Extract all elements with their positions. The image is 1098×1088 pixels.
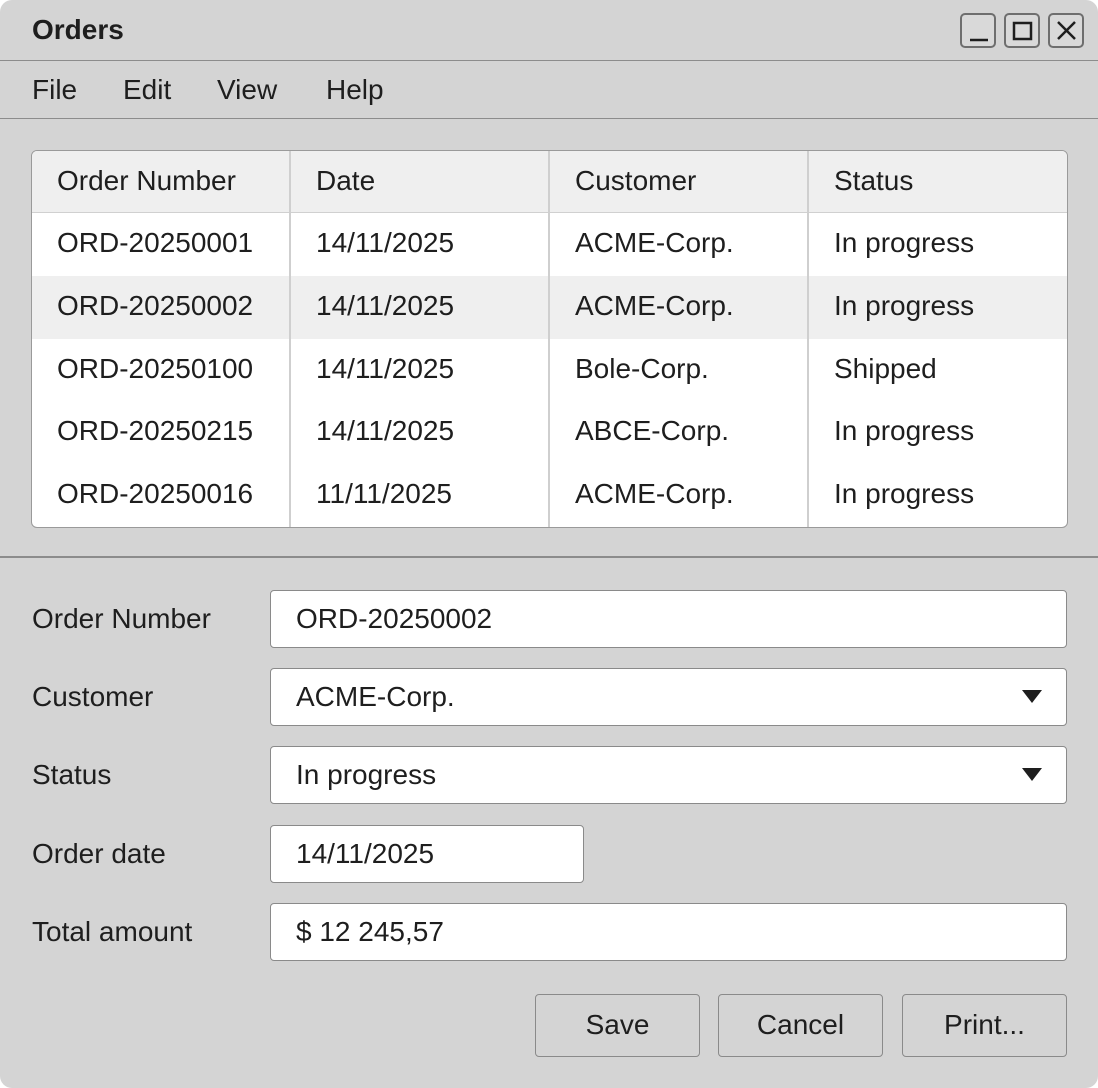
dropdown-arrow-icon [1022,690,1042,703]
minimize-button[interactable] [960,13,996,48]
menu-view[interactable]: View [217,74,277,106]
menu-file[interactable]: File [32,74,77,106]
minimize-icon [970,38,988,42]
cell-date: 14/11/2025 [316,353,455,384]
table-row[interactable]: ORD-20250001 14/11/2025 ACME-Corp. In pr… [32,213,1067,276]
title-bar: Orders [0,0,1098,61]
table-header: Order Number Date Customer Status [32,151,1067,213]
order-date-label: Order date [32,838,166,869]
table-row[interactable]: ORD-20250016 11/11/2025 ACME-Corp. In pr… [32,464,1067,527]
save-button[interactable]: Save [535,994,700,1057]
cell-status: In progress [834,478,975,509]
cell-status: In progress [834,415,975,446]
menu-bar: File Edit View Help [0,61,1098,119]
table-row-selected[interactable]: ORD-20250002 14/11/2025 ACME-Corp. In pr… [32,276,1067,339]
column-header-date[interactable]: Date [316,165,375,197]
cell-customer: ACME-Corp. [575,290,734,321]
total-amount-label: Total amount [32,916,193,947]
table-row[interactable]: ORD-20250215 14/11/2025 ABCE-Corp. In pr… [32,401,1067,464]
cell-order-number: ORD-20250001 [57,227,254,258]
customer-value: ACME-Corp. [296,681,455,712]
total-amount-field[interactable]: $ 12 245,57 [270,903,1067,961]
cell-date: 11/11/2025 [316,478,452,509]
cell-order-number: ORD-20250016 [57,478,254,509]
total-amount-value: $ 12 245,57 [296,916,444,947]
cell-date: 14/11/2025 [316,227,455,258]
section-divider [0,556,1098,558]
order-number-label: Order Number [32,603,211,634]
order-number-field[interactable]: ORD-20250002 [270,590,1067,648]
close-button[interactable] [1048,13,1084,48]
maximize-button[interactable] [1004,13,1040,48]
cell-order-number: ORD-20250002 [57,290,254,321]
order-date-field[interactable]: 14/11/2025 [270,825,584,883]
cell-order-number: ORD-20250215 [57,415,254,446]
column-header-customer[interactable]: Customer [575,165,696,197]
cell-status: Shipped [834,353,937,384]
table-row[interactable]: ORD-20250100 14/11/2025 Bole-Corp. Shipp… [32,339,1067,402]
order-number-value: ORD-20250002 [296,603,493,634]
customer-select[interactable]: ACME-Corp. [270,668,1067,726]
dropdown-arrow-icon [1022,768,1042,781]
status-value: In progress [296,759,437,790]
orders-window: Orders File Edit View Help Order Number [0,0,1098,1088]
column-divider[interactable] [289,151,291,527]
cancel-button[interactable]: Cancel [718,994,883,1057]
cell-status: In progress [834,227,975,258]
orders-table: Order Number Date Customer Status ORD-20… [31,150,1068,528]
cell-customer: Bole-Corp. [575,353,709,384]
column-header-status[interactable]: Status [834,165,913,197]
cell-status: In progress [834,290,975,321]
cell-date: 14/11/2025 [316,415,455,446]
print-button[interactable]: Print... [902,994,1067,1057]
cell-customer: ABCE-Corp. [575,415,730,446]
status-select[interactable]: In progress [270,746,1067,804]
cell-customer: ACME-Corp. [575,227,734,258]
customer-label: Customer [32,681,154,712]
cell-customer: ACME-Corp. [575,478,734,509]
column-divider[interactable] [548,151,550,527]
status-label: Status [32,759,112,790]
menu-edit[interactable]: Edit [123,74,171,106]
maximize-icon [1012,21,1033,41]
cell-order-number: ORD-20250100 [57,353,254,384]
cell-date: 14/11/2025 [316,290,455,321]
column-header-order-number[interactable]: Order Number [57,165,236,197]
window-title: Orders [32,14,124,45]
order-date-value: 14/11/2025 [296,838,435,869]
menu-help[interactable]: Help [326,74,384,106]
close-icon [1057,21,1076,40]
column-divider[interactable] [807,151,809,527]
